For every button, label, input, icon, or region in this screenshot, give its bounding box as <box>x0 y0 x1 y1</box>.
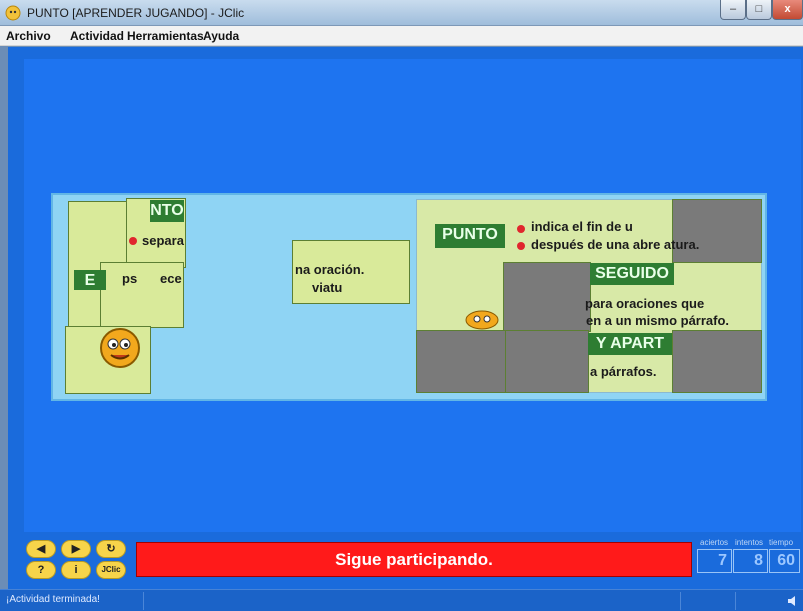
status-bar: ¡Actividad terminada! <box>0 589 803 611</box>
menu-ayuda[interactable]: Ayuda <box>203 29 239 43</box>
maximize-button[interactable]: □ <box>746 0 772 20</box>
close-button[interactable]: x <box>772 0 803 20</box>
piece-text: ece <box>160 271 182 286</box>
status-divider <box>680 592 681 610</box>
next-activity-button[interactable]: ▶ <box>61 540 91 558</box>
piece-text: separa <box>142 233 184 248</box>
empty-slot <box>672 199 762 263</box>
empty-slot <box>672 330 762 393</box>
menu-bar: Archivo Actividad Herramientas Ayuda <box>0 26 803 46</box>
help-button[interactable]: ? <box>26 561 56 579</box>
message-box: Sigue participando. <box>136 542 692 577</box>
restart-button[interactable]: ↻ <box>96 540 126 558</box>
counter-tiempo: 60 <box>769 549 800 573</box>
piece-label: NTO <box>150 200 184 222</box>
status-divider <box>735 592 736 610</box>
window-title: PUNTO [APRENDER JUGANDO] - JClic <box>27 6 245 20</box>
bullet-dot <box>129 237 137 245</box>
jclic-button[interactable]: JClic <box>96 561 126 579</box>
title-bar: PUNTO [APRENDER JUGANDO] - JClic – □ x <box>0 0 803 26</box>
sound-icon[interactable] <box>786 594 800 608</box>
counter-label-tiempo: tiempo <box>769 538 794 547</box>
minimize-button[interactable]: – <box>720 0 746 20</box>
piece-text: ps <box>122 271 138 286</box>
previous-activity-button[interactable]: ◀ <box>26 540 56 558</box>
piece-label: PUNTO <box>435 224 505 248</box>
smiley-mascot-icon <box>100 328 140 368</box>
piece-text: a párrafos. <box>590 364 657 379</box>
piece-label: SEGUIDO <box>590 263 674 285</box>
bullet-dot <box>517 225 525 233</box>
counter-aciertos: 7 <box>697 549 732 573</box>
info-button[interactable]: i <box>61 561 91 579</box>
status-divider <box>143 592 144 610</box>
status-text: ¡Actividad terminada! <box>6 594 100 605</box>
menu-herramientas[interactable]: Herramientas <box>127 29 204 43</box>
piece-label: E <box>74 270 106 290</box>
piece-text: para oraciones que <box>585 296 705 311</box>
piece-text: na oración. <box>295 262 365 277</box>
empty-slot <box>505 330 589 393</box>
menu-archivo[interactable]: Archivo <box>6 29 51 43</box>
counter-label-aciertos: aciertos <box>700 538 729 547</box>
empty-slot <box>503 262 591 332</box>
counter-label-intentos: intentos <box>735 538 764 547</box>
piece-text: indica el fin de u <box>531 219 633 234</box>
jclic-app-icon <box>5 5 21 21</box>
window-border <box>0 46 8 589</box>
mascot-peek-icon <box>465 310 499 330</box>
piece-text: viatu <box>312 280 343 295</box>
piece-text: después de una abre atura. <box>531 237 700 252</box>
empty-slot <box>416 330 506 393</box>
piece-text: en a un mismo párrafo. <box>586 313 730 328</box>
menu-actividad[interactable]: Actividad <box>70 29 124 43</box>
bullet-dot <box>517 242 525 250</box>
counter-intentos: 8 <box>733 549 768 573</box>
piece-label: Y APART <box>588 333 672 355</box>
